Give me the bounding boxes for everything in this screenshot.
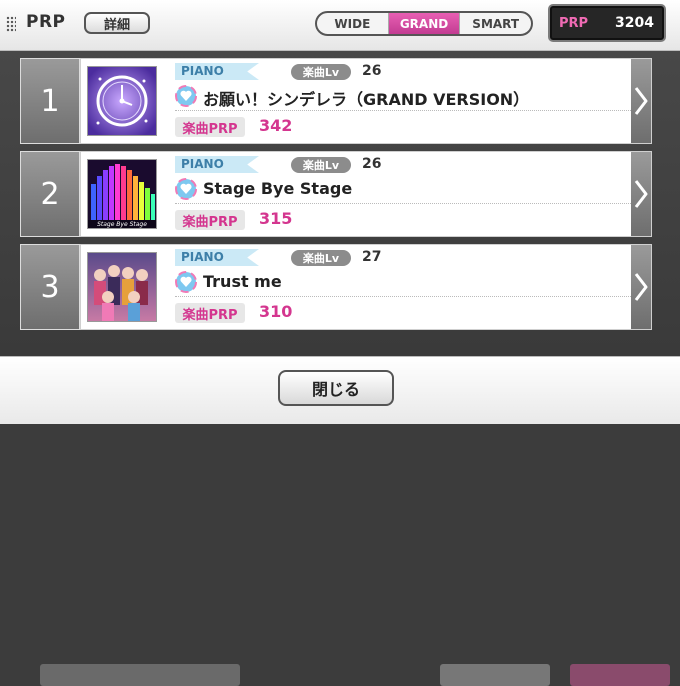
background-start-chip	[570, 664, 670, 686]
background-rehearsal-chip	[440, 664, 550, 686]
song-prp-tag: 楽曲PRP	[175, 303, 245, 323]
chevron-right-icon[interactable]	[631, 59, 651, 143]
part-tag: PIANO	[175, 156, 259, 173]
song-row[interactable]: 3 PIANO 楽曲Lv 27 Trust me 楽曲PRP 310	[20, 244, 652, 330]
song-prp-value: 342	[259, 116, 293, 135]
level-tag: 楽曲Lv	[291, 64, 351, 80]
song-row[interactable]: 2 Stage Bye Stage PIANO 楽曲Lv 26 Stage By…	[20, 151, 652, 237]
rank-number: 2	[20, 151, 80, 237]
song-row[interactable]: 1 PIANO 楽曲Lv 26 お願い！シンデレラ（GRAND VERSION）…	[20, 58, 652, 144]
level-tag: 楽曲Lv	[291, 157, 351, 173]
divider	[175, 110, 631, 111]
grip-icon	[6, 16, 16, 32]
dialog-header: PRP 詳細 WIDE GRAND SMART PRP 3204	[0, 0, 680, 51]
mode-grand-button[interactable]: GRAND	[388, 13, 461, 34]
divider	[175, 203, 631, 204]
song-level: 27	[362, 249, 382, 265]
song-prp-tag: 楽曲PRP	[175, 210, 245, 230]
song-level: 26	[362, 156, 382, 172]
song-title: お願い！シンデレラ（GRAND VERSION）	[203, 90, 530, 109]
song-card[interactable]: PIANO 楽曲Lv 27 Trust me 楽曲PRP 310	[80, 244, 652, 330]
rank-number: 3	[20, 244, 80, 330]
divider	[175, 296, 631, 297]
song-title: Trust me	[203, 272, 282, 291]
part-tag: PIANO	[175, 63, 259, 80]
total-prp-value: 3204	[615, 15, 654, 31]
background-song-chip	[40, 664, 240, 686]
song-prp-value: 315	[259, 209, 293, 228]
level-tag: 楽曲Lv	[291, 250, 351, 266]
chevron-right-icon[interactable]	[631, 152, 651, 236]
group-photo-jacket-icon	[87, 252, 157, 322]
mode-wide-button[interactable]: WIDE	[317, 13, 389, 34]
part-tag: PIANO	[175, 249, 259, 266]
total-prp-panel: PRP 3204	[548, 4, 666, 42]
rank-number: 1	[20, 58, 80, 144]
song-card[interactable]: Stage Bye Stage PIANO 楽曲Lv 26 Stage Bye …	[80, 151, 652, 237]
attribute-icon	[175, 271, 197, 293]
attribute-icon	[175, 178, 197, 200]
dialog-footer: 閉じる	[0, 356, 680, 424]
attribute-icon	[175, 85, 197, 107]
song-prp-tag: 楽曲PRP	[175, 117, 245, 137]
svg-text:Stage Bye Stage: Stage Bye Stage	[97, 221, 147, 228]
clock-jacket-icon	[87, 66, 157, 136]
view-mode-switch: WIDE GRAND SMART	[315, 11, 533, 36]
dialog-title: PRP	[26, 12, 66, 32]
song-title: Stage Bye Stage	[203, 179, 353, 198]
prp-dialog: PRP 詳細 WIDE GRAND SMART PRP 3204 1 PIANO…	[0, 0, 680, 356]
equalizer-jacket-icon: Stage Bye Stage	[87, 159, 157, 229]
total-prp-label: PRP	[559, 16, 589, 31]
song-prp-value: 310	[259, 302, 293, 321]
close-button[interactable]: 閉じる	[278, 370, 394, 406]
mode-smart-button[interactable]: SMART	[460, 13, 531, 34]
detail-button[interactable]: 詳細	[84, 12, 150, 34]
song-level: 26	[362, 63, 382, 79]
chevron-right-icon[interactable]	[631, 245, 651, 329]
song-card[interactable]: PIANO 楽曲Lv 26 お願い！シンデレラ（GRAND VERSION） 楽…	[80, 58, 652, 144]
